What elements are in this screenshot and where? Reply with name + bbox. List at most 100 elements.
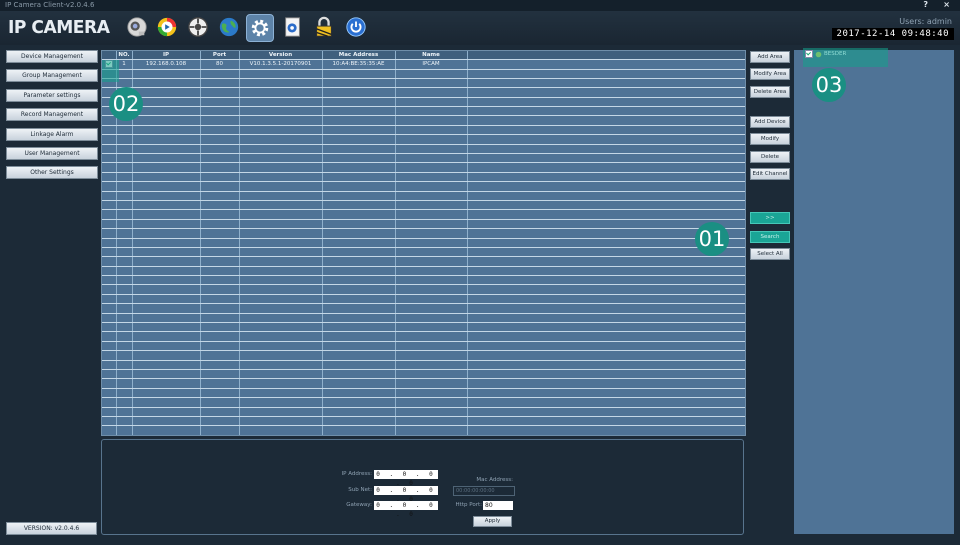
- col-mac: Mac Address: [322, 51, 396, 60]
- col-version: Version: [239, 51, 323, 60]
- table-row-empty[interactable]: [102, 416, 745, 427]
- current-user: Users: admin: [899, 17, 952, 26]
- table-row-empty[interactable]: [102, 275, 745, 286]
- table-row-empty[interactable]: [102, 397, 745, 408]
- move-to-area-button[interactable]: >>: [750, 212, 790, 224]
- add-area-button[interactable]: Add Area: [750, 51, 790, 63]
- table-row-empty[interactable]: [102, 97, 745, 108]
- device-table: NO. IP Port Version Mac Address Name 1 1…: [101, 50, 746, 436]
- table-row-empty[interactable]: [102, 209, 745, 220]
- power-icon[interactable]: [344, 15, 368, 39]
- network-settings-panel: IP Address: 0 . 0 . 0 . 0 Sub Net: 0 . 0…: [101, 439, 744, 535]
- sidebar-item-other-settings[interactable]: Other Settings: [6, 166, 98, 180]
- area-checkbox[interactable]: [805, 50, 813, 58]
- table-row-empty[interactable]: [102, 115, 745, 126]
- table-row-empty[interactable]: [102, 435, 745, 436]
- settings-gear-icon[interactable]: [246, 14, 274, 42]
- step-badge-01: 01: [695, 222, 729, 256]
- table-row-empty[interactable]: [102, 284, 745, 295]
- table-row-empty[interactable]: [102, 181, 745, 192]
- table-row-empty[interactable]: [102, 219, 745, 230]
- table-row-empty[interactable]: [102, 153, 745, 164]
- step-badge-03: 03: [812, 68, 846, 102]
- table-row-empty[interactable]: [102, 172, 745, 183]
- mac-address-label: Mac Address:: [476, 477, 513, 483]
- table-row-empty[interactable]: [102, 350, 745, 361]
- table-row-empty[interactable]: [102, 162, 745, 173]
- http-port-label: Http Port:: [455, 502, 482, 508]
- table-row-empty[interactable]: [102, 125, 745, 136]
- table-row-empty[interactable]: [102, 388, 745, 399]
- col-port: Port: [200, 51, 240, 60]
- http-port-input[interactable]: 80: [483, 501, 513, 510]
- window-title: IP Camera Client-v2.0.4.6: [5, 1, 95, 9]
- subnet-input[interactable]: 0 . 0 . 0 . 0: [374, 486, 438, 503]
- network-globe-icon[interactable]: [217, 15, 241, 39]
- checkbox-highlight: [102, 60, 119, 82]
- datetime-display: 2017-12-14 09:48:40: [831, 28, 954, 40]
- table-row-empty[interactable]: [102, 294, 745, 305]
- table-row-empty[interactable]: [102, 256, 745, 267]
- sidebar-item-record-management[interactable]: Record Management: [6, 108, 98, 122]
- table-row-empty[interactable]: [102, 247, 745, 258]
- area-tree-item[interactable]: BESDER: [805, 50, 846, 58]
- table-row-empty[interactable]: [102, 369, 745, 380]
- close-button[interactable]: ×: [943, 0, 950, 9]
- ptz-control-icon[interactable]: [186, 15, 210, 39]
- step-badge-02: 02: [109, 87, 143, 121]
- table-row-empty[interactable]: [102, 191, 745, 201]
- cell-ip: 192.168.0.108: [132, 59, 201, 70]
- lock-icon[interactable]: [312, 15, 336, 39]
- table-row-empty[interactable]: [102, 313, 745, 324]
- file-config-icon[interactable]: [281, 15, 305, 39]
- table-row-empty[interactable]: [102, 69, 745, 79]
- cell-version: V10.1.3.5.1-20170901: [239, 59, 323, 70]
- sidebar-item-group-management[interactable]: Group Management: [6, 69, 98, 83]
- help-button[interactable]: ?: [923, 0, 928, 9]
- gateway-input[interactable]: 0 . 0 . 0 . 0: [374, 501, 438, 518]
- table-row-empty[interactable]: [102, 144, 745, 155]
- table-row-empty[interactable]: [102, 303, 745, 314]
- table-row[interactable]: 1 192.168.0.108 80 V10.1.3.5.1-20170901 …: [102, 59, 745, 70]
- add-device-button[interactable]: Add Device: [750, 116, 790, 128]
- search-button[interactable]: Search: [750, 231, 790, 243]
- select-all-button[interactable]: Select All: [750, 248, 790, 260]
- sidebar-item-linkage-alarm[interactable]: Linkage Alarm: [6, 127, 98, 141]
- table-row-empty[interactable]: [102, 331, 745, 342]
- table-row-empty[interactable]: [102, 360, 745, 371]
- modify-device-button[interactable]: Modify Device: [750, 133, 790, 152]
- apply-button[interactable]: Apply: [473, 516, 512, 527]
- playback-icon[interactable]: [155, 15, 179, 39]
- table-row-empty[interactable]: [102, 266, 745, 277]
- sidebar: Device Management Group Management Param…: [6, 50, 98, 186]
- modify-area-button[interactable]: Modify Area: [750, 68, 790, 80]
- table-row-empty[interactable]: [102, 322, 745, 333]
- title-bar: IP Camera Client-v2.0.4.6 ? ×: [0, 0, 960, 11]
- table-row-empty[interactable]: [102, 407, 745, 417]
- delete-area-button[interactable]: Delete Area: [750, 86, 790, 98]
- col-ip: IP: [132, 51, 201, 60]
- col-no: NO.: [116, 51, 133, 60]
- sidebar-item-user-management[interactable]: User Management: [6, 146, 98, 160]
- table-row-empty[interactable]: [102, 134, 745, 145]
- delete-device-button[interactable]: Delete Device: [750, 151, 790, 170]
- camera-view-icon[interactable]: [125, 15, 149, 39]
- table-row-empty[interactable]: [102, 341, 745, 352]
- table-row-empty[interactable]: [102, 106, 745, 117]
- table-row-empty[interactable]: [102, 228, 745, 239]
- area-tree-panel: [794, 50, 954, 534]
- edit-channel-button[interactable]: Edit Channel: [750, 168, 790, 180]
- sidebar-item-device-management[interactable]: Device Management: [6, 50, 98, 63]
- table-row-empty[interactable]: [102, 200, 745, 211]
- col-select: [102, 51, 117, 60]
- mac-address-input: 00:00:00:00:00: [453, 486, 515, 496]
- table-row-empty[interactable]: [102, 238, 745, 248]
- table-row-empty[interactable]: [102, 78, 745, 89]
- sidebar-item-parameter-settings[interactable]: Parameter settings: [6, 88, 98, 102]
- col-name: Name: [395, 51, 468, 60]
- table-row-empty[interactable]: [102, 378, 745, 389]
- table-row-empty[interactable]: [102, 87, 745, 98]
- gateway-label: Gateway:: [346, 502, 372, 508]
- ip-address-input[interactable]: 0 . 0 . 0 . 0: [374, 470, 438, 487]
- table-row-empty[interactable]: [102, 425, 745, 435]
